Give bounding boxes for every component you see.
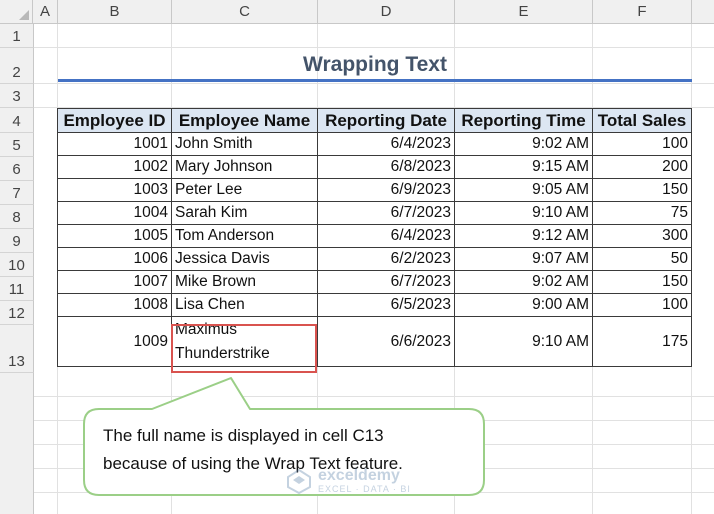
watermark-tagline: EXCEL · DATA · BI <box>318 484 411 494</box>
callout-line-1: The full name is displayed in cell C13 <box>103 426 384 445</box>
watermark-name: exceldemy <box>318 467 400 484</box>
watermark: exceldemy EXCEL · DATA · BI <box>286 465 436 497</box>
exceldemy-logo-icon <box>287 468 311 494</box>
